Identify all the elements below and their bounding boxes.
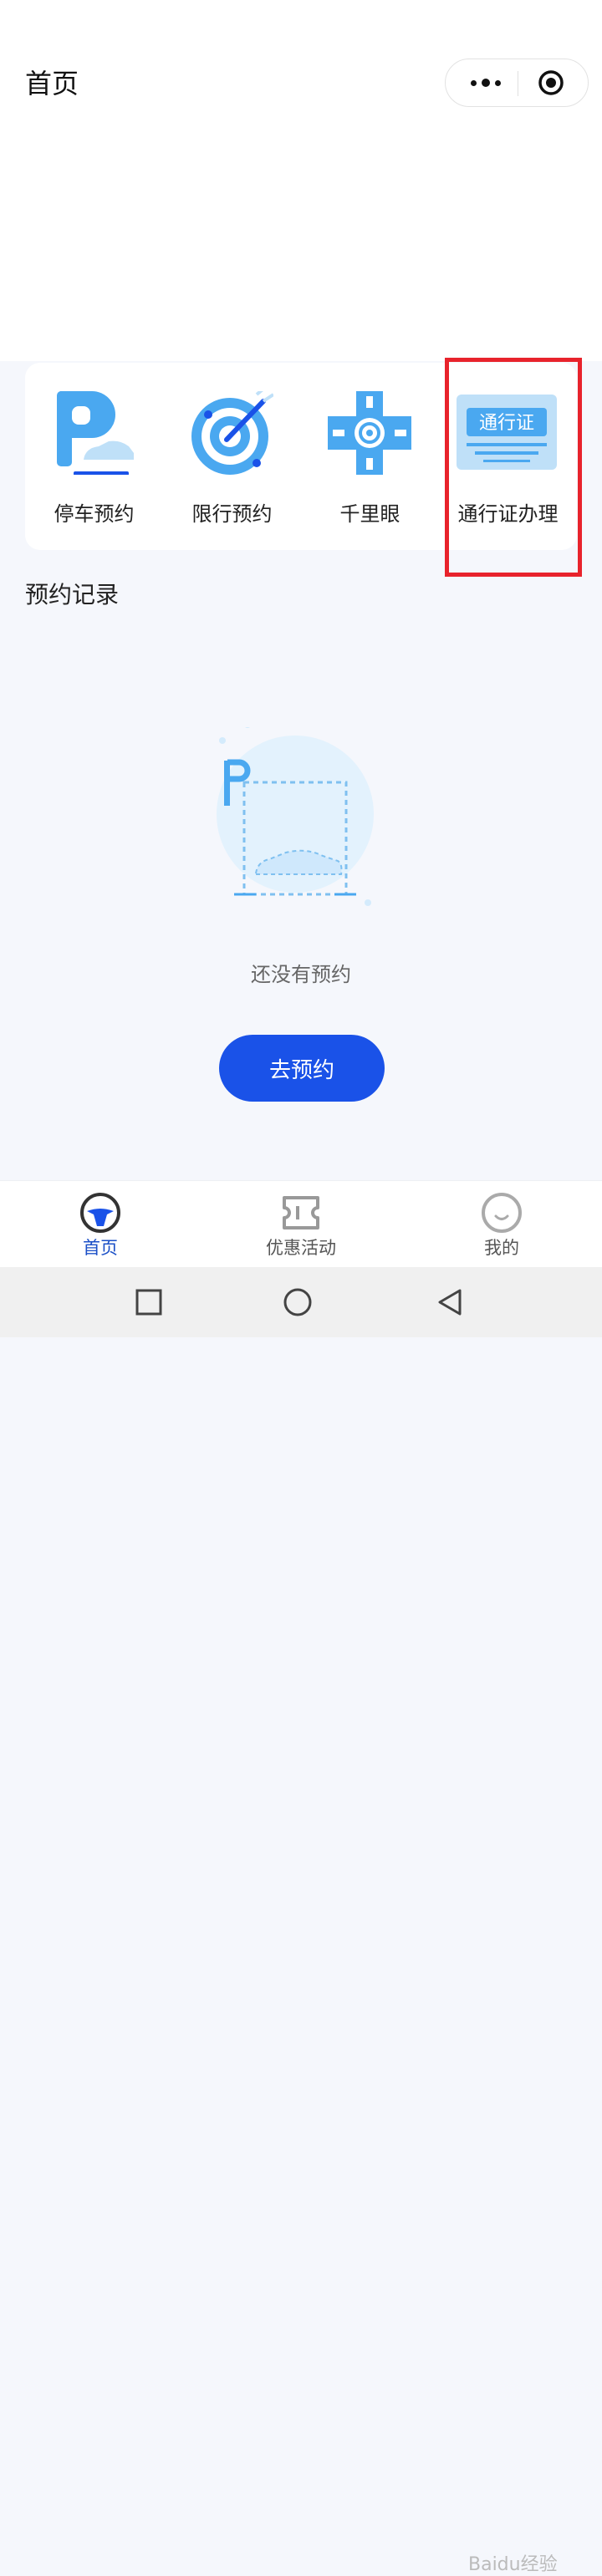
tab-label: 首页: [83, 1239, 118, 1258]
service-label: 限行预约: [191, 503, 273, 526]
tab-mine[interactable]: 我的: [418, 1181, 585, 1268]
steering-wheel-icon: [80, 1193, 120, 1233]
home-circle-icon[interactable]: [281, 1285, 314, 1319]
tab-bar: 首页 优惠活动 我的: [0, 1180, 602, 1268]
mini-program-capsule: [445, 59, 589, 107]
go-reserve-button[interactable]: 去预约: [219, 1035, 385, 1102]
service-label: 停车预约: [54, 503, 135, 526]
more-dots-icon[interactable]: [461, 59, 511, 106]
tab-home[interactable]: 首页: [17, 1181, 184, 1268]
empty-state-text: 还没有预约: [251, 964, 351, 986]
highlight-box: [445, 358, 582, 577]
target-circle-icon[interactable]: [538, 69, 564, 96]
target-dart-icon: [191, 391, 273, 475]
system-nav-bar: Baidu经验: [0, 1267, 602, 2575]
watermark: Baidu经验: [468, 2554, 558, 2575]
tab-promotions[interactable]: 优惠活动: [217, 1181, 385, 1268]
smile-face-icon: [482, 1193, 522, 1233]
service-qianliyan[interactable]: 千里眼: [301, 363, 439, 550]
recent-apps-icon[interactable]: [132, 1285, 166, 1319]
tab-label: 优惠活动: [266, 1239, 336, 1258]
service-restricted-reservation[interactable]: 限行预约: [163, 363, 301, 550]
tab-label: 我的: [484, 1239, 519, 1258]
back-triangle-icon[interactable]: [433, 1285, 467, 1319]
ticket-icon: [283, 1196, 319, 1229]
page-title: 首页: [25, 69, 79, 99]
top-white-area: 首页: [0, 0, 602, 361]
records-title: 预约记录: [25, 582, 120, 608]
road-cross-camera-icon: [328, 391, 411, 475]
service-label: 千里眼: [339, 503, 400, 526]
parking-icon: [57, 391, 134, 475]
service-parking-reservation[interactable]: 停车预约: [25, 363, 163, 550]
empty-parking-illustration: [217, 727, 374, 906]
